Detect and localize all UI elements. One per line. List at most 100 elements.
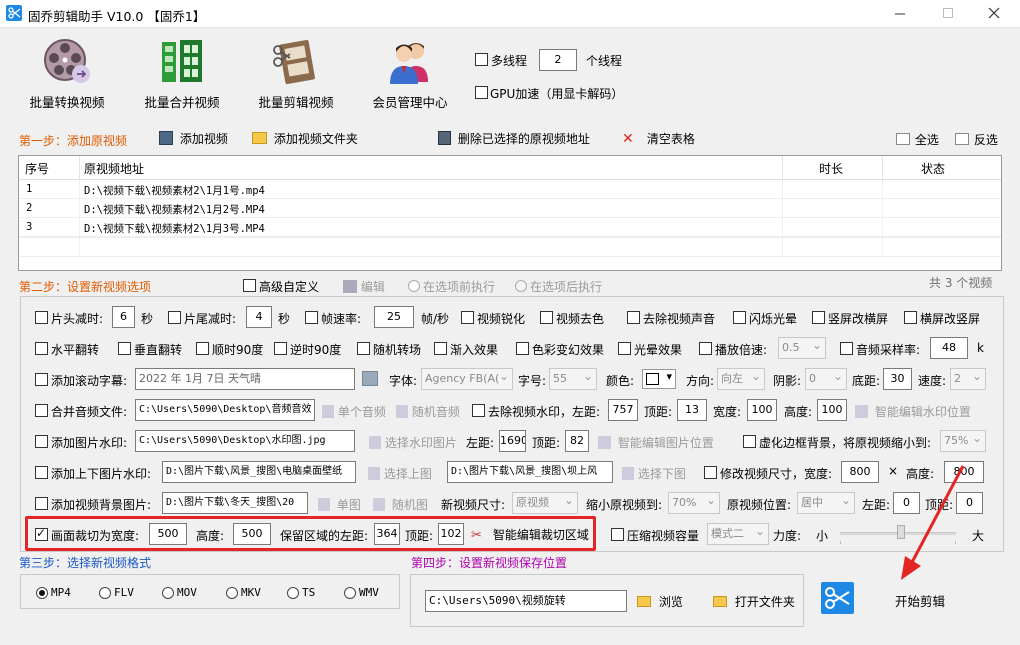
crop-left-input[interactable]: 364 xyxy=(374,523,400,545)
tail-cut-checkbox[interactable] xyxy=(168,311,181,324)
format-radio-ts[interactable] xyxy=(287,587,299,599)
edit-button[interactable]: 编辑 xyxy=(343,278,385,295)
smart-img-button[interactable]: 智能编辑图片位置 xyxy=(598,434,714,451)
save-path-input[interactable]: C:\Users\5090\视频旋转 xyxy=(425,590,627,612)
open-folder-button[interactable]: 打开文件夹 xyxy=(713,593,795,610)
speed-checkbox[interactable] xyxy=(699,342,712,355)
img-wm-path[interactable]: C:\Users\5090\Desktop\水印图.jpg xyxy=(135,430,355,452)
format-radio-mp4[interactable] xyxy=(36,587,48,599)
thread-count-input[interactable]: 2 xyxy=(539,49,577,71)
rot90cw-checkbox[interactable] xyxy=(196,342,209,355)
single-img-button[interactable]: 单图 xyxy=(318,496,361,513)
fps-checkbox[interactable] xyxy=(305,311,318,324)
img-top-input[interactable]: 82 xyxy=(565,430,589,452)
mute-checkbox[interactable] xyxy=(627,311,640,324)
tb-wm-checkbox[interactable] xyxy=(35,466,48,479)
img-left-input[interactable]: 1690 xyxy=(499,430,526,452)
top-img-path[interactable]: D:\图片下载\风景_搜图\电脑桌面壁纸 xyxy=(162,461,356,483)
close-button[interactable] xyxy=(982,2,1006,24)
shadow-select[interactable]: 0 xyxy=(805,368,847,390)
after-exec-radio[interactable] xyxy=(515,280,527,292)
flash-checkbox[interactable] xyxy=(733,311,746,324)
format-radio-wmv[interactable] xyxy=(344,587,356,599)
start-label[interactable]: 开始剪辑 xyxy=(895,591,945,610)
new-size-select[interactable]: 原视频 xyxy=(512,492,578,514)
scroll-sub-checkbox[interactable] xyxy=(35,373,48,386)
h2v-checkbox[interactable] xyxy=(904,311,917,324)
choose-wm-img-button[interactable]: 选择水印图片 xyxy=(369,434,457,451)
crop-top-input[interactable]: 102 xyxy=(438,523,464,545)
merge-audio-checkbox[interactable] xyxy=(35,404,48,417)
rot90ccw-checkbox[interactable] xyxy=(274,342,287,355)
table-row[interactable]: 1 D:\视频下载\视频素材2\1月1号.mp4 xyxy=(19,180,1001,199)
v2h-checkbox[interactable] xyxy=(812,311,825,324)
sample-rate-input[interactable]: 48 xyxy=(930,337,968,359)
sample-rate-checkbox[interactable] xyxy=(840,342,853,355)
fade-in-checkbox[interactable] xyxy=(434,342,447,355)
direction-select[interactable]: 向左 xyxy=(717,368,765,390)
blur-select[interactable]: 75% xyxy=(940,430,986,452)
member-center-button[interactable]: 会员管理中心 xyxy=(352,34,468,116)
format-radio-mkv[interactable] xyxy=(226,587,238,599)
batch-cut-button[interactable]: 批量剪辑视频 xyxy=(238,34,354,116)
minimize-button[interactable] xyxy=(888,2,912,24)
advanced-checkbox[interactable] xyxy=(243,279,256,292)
crop-checkbox[interactable] xyxy=(35,526,48,541)
before-exec-radio[interactable] xyxy=(408,280,420,292)
format-radio-mov[interactable] xyxy=(162,587,174,599)
vflip-checkbox[interactable] xyxy=(118,342,131,355)
color-picker[interactable]: ▾ xyxy=(642,369,676,389)
compress-checkbox[interactable] xyxy=(611,528,624,541)
random-audio-button[interactable]: 随机音频 xyxy=(396,403,460,420)
merge-audio-path[interactable]: C:\Users\5090\Desktop\音频音效 xyxy=(135,399,315,421)
bg-img-checkbox[interactable] xyxy=(35,497,48,510)
invert-selection-button[interactable]: 反选 xyxy=(955,131,998,148)
table-row[interactable]: 3 D:\视频下载\视频素材2\1月3号.MP4 xyxy=(19,218,1001,237)
wm-width-input[interactable]: 100 xyxy=(747,399,777,421)
shrink-select[interactable]: 70% xyxy=(668,492,720,514)
format-radio-flv[interactable] xyxy=(99,587,111,599)
smart-wm-button[interactable]: 智能编辑水印位置 xyxy=(855,403,971,420)
img-wm-checkbox[interactable] xyxy=(35,435,48,448)
remove-wm-checkbox[interactable] xyxy=(472,404,485,417)
start-button[interactable] xyxy=(821,582,854,614)
delete-selected-button[interactable]: 删除已选择的原视频地址 xyxy=(438,130,590,147)
gpu-checkbox[interactable] xyxy=(475,86,488,99)
speed-select[interactable]: 0.5 xyxy=(778,337,826,359)
smart-crop-button[interactable]: ✂ 智能编辑裁切区域 xyxy=(471,526,589,543)
batch-convert-button[interactable]: 批量转换视频 xyxy=(9,34,125,116)
position-select[interactable]: 居中 xyxy=(797,492,855,514)
font-select[interactable]: Agency FB(A( xyxy=(421,368,513,390)
scroll-text-input[interactable]: 2022 年 1月 7日 天气晴 xyxy=(135,368,355,390)
head-cut-checkbox[interactable] xyxy=(35,311,48,324)
choose-top-button[interactable]: 选择上图 xyxy=(368,465,432,482)
font-settings-icon[interactable] xyxy=(362,371,378,386)
crop-height-input[interactable]: 500 xyxy=(233,523,271,545)
random-img-button[interactable]: 随机图 xyxy=(373,496,428,513)
bottom-img-path[interactable]: D:\图片下载\风景_搜图\坝上风 xyxy=(447,461,613,483)
wm-height-input[interactable]: 100 xyxy=(817,399,847,421)
select-all-button[interactable]: 全选 xyxy=(896,131,939,148)
head-cut-input[interactable]: 6 xyxy=(112,306,135,328)
browse-button[interactable]: 浏览 xyxy=(637,593,683,610)
batch-merge-button[interactable]: 批量合并视频 xyxy=(124,34,240,116)
speed2-select[interactable]: 2 xyxy=(950,368,986,390)
random-trans-checkbox[interactable] xyxy=(357,342,370,355)
bottom-input[interactable]: 30 xyxy=(883,368,912,390)
crop-width-input[interactable]: 500 xyxy=(149,523,187,545)
resize-checkbox[interactable] xyxy=(704,466,717,479)
clear-table-button[interactable]: ✕ 清空表格 xyxy=(622,130,695,147)
color-effect-checkbox[interactable] xyxy=(516,342,529,355)
size-select[interactable]: 55 xyxy=(549,368,597,390)
single-audio-button[interactable]: 单个音频 xyxy=(322,403,386,420)
choose-bottom-button[interactable]: 选择下图 xyxy=(622,465,686,482)
halo-checkbox[interactable] xyxy=(618,342,631,355)
sharpen-checkbox[interactable] xyxy=(461,311,474,324)
add-video-button[interactable]: 添加视频 xyxy=(159,130,228,147)
fps-input[interactable]: 25 xyxy=(374,306,414,328)
resize-width-input[interactable]: 800 xyxy=(841,461,879,483)
table-row[interactable]: 2 D:\视频下载\视频素材2\1月2号.MP4 xyxy=(19,199,1001,218)
add-folder-button[interactable]: 添加视频文件夹 xyxy=(252,130,358,147)
maximize-button[interactable] xyxy=(936,2,960,24)
blur-border-checkbox[interactable] xyxy=(743,435,756,448)
